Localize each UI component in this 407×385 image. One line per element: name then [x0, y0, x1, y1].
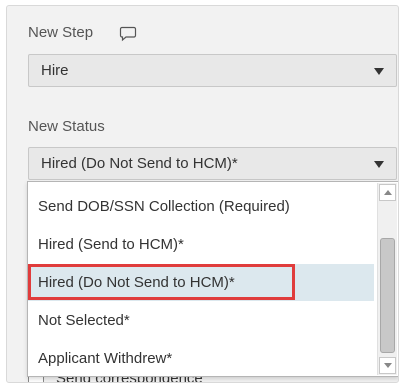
- new-step-value: Hire: [41, 62, 69, 79]
- status-option[interactable]: Applicant Withdrew*: [28, 340, 374, 376]
- status-option[interactable]: Not Selected*: [28, 302, 374, 339]
- new-status-dropdown-list: Send DOB/SSN Collection (Required) Hired…: [27, 181, 398, 377]
- scrollbar-thumb[interactable]: [380, 238, 395, 353]
- status-option[interactable]: Send DOB/SSN Collection (Required): [28, 188, 374, 225]
- dropdown-scrollbar[interactable]: [377, 183, 397, 375]
- highlight-annotation-box: [28, 264, 295, 300]
- new-status-value: Hired (Do Not Send to HCM)*: [41, 155, 238, 172]
- arrow-up-icon: [384, 190, 392, 195]
- status-option[interactable]: Hired (Send to HCM)*: [28, 226, 374, 263]
- scroll-down-button[interactable]: [379, 357, 396, 374]
- new-status-select[interactable]: Hired (Do Not Send to HCM)*: [28, 147, 397, 180]
- comment-icon[interactable]: [119, 26, 137, 42]
- step-status-panel: New Step Hire New Status Hired (Do Not S…: [6, 5, 399, 383]
- chevron-down-icon: [374, 161, 384, 168]
- new-step-select[interactable]: Hire: [28, 54, 397, 87]
- new-status-label: New Status: [28, 118, 105, 135]
- arrow-down-icon: [384, 363, 392, 368]
- chevron-down-icon: [374, 68, 384, 75]
- new-step-label: New Step: [28, 24, 94, 41]
- scroll-up-button[interactable]: [379, 184, 396, 201]
